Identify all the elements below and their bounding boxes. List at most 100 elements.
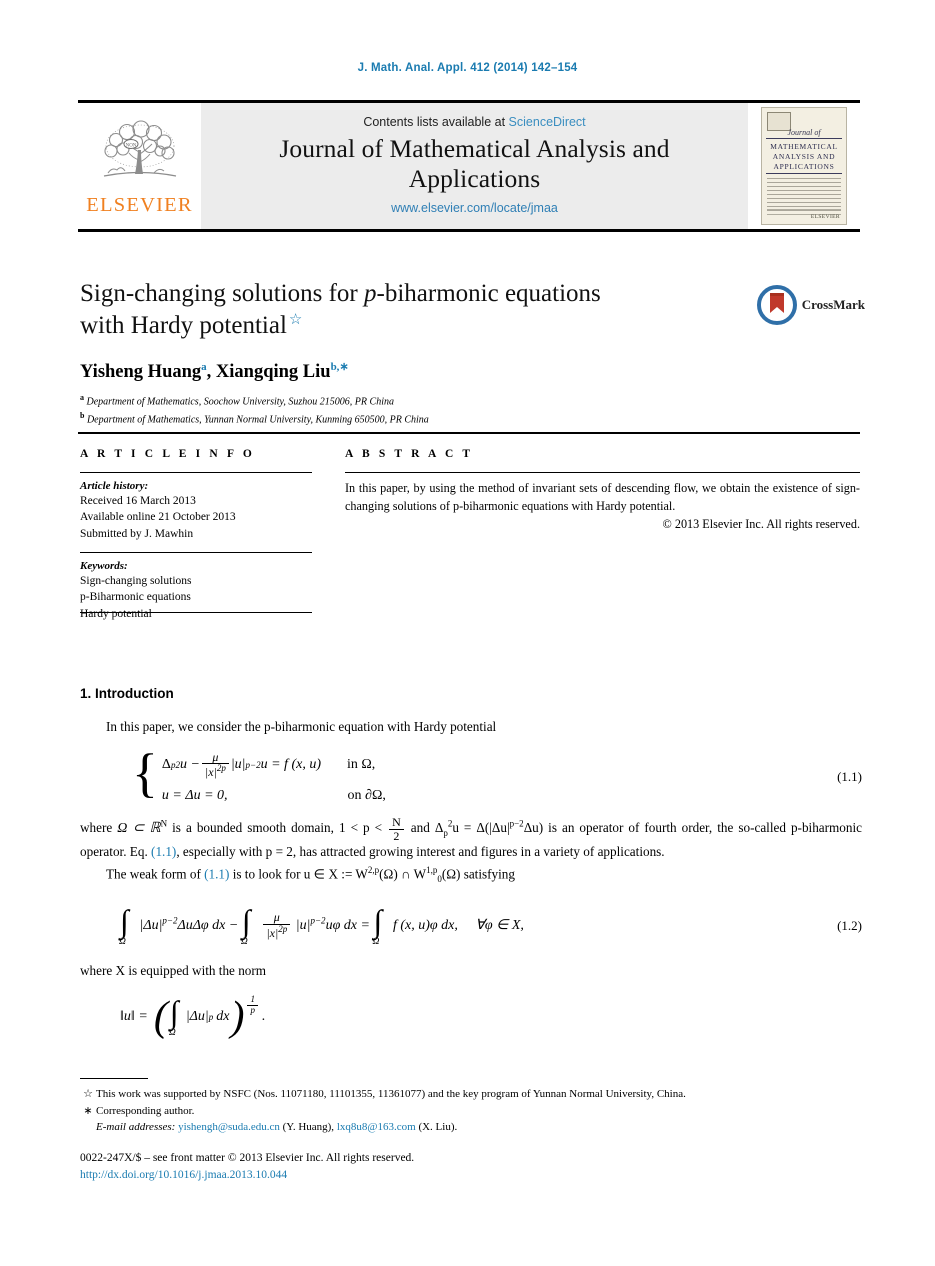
author-2-corresponding-mark: ∗ [339, 361, 349, 373]
eq11-condition-2: on ∂Ω, [347, 787, 386, 803]
masthead-center: Contents lists available at ScienceDirec… [201, 103, 748, 229]
crossmark-badge[interactable]: CrossMark [756, 285, 865, 325]
body-column: 1. Introduction In this paper, we consid… [80, 686, 862, 1046]
equation-1-1-row: { Δp2u − μ |x|2p |u| p−2 u = f (x, u) in Ω… [80, 746, 862, 804]
equation-1-2: ∫ Ω |Δu|p−2ΔuΔφ dx − ∫ Ω μ |x|2p |u|p−2uφ … [119, 902, 862, 947]
eq12-integral-1-icon: ∫ Ω [119, 902, 129, 947]
footnote-corresponding: ∗ Corresponding author. [80, 1103, 862, 1120]
cover-publisher-name: ELSEVIER [810, 214, 840, 220]
para3-c: (Ω) ∩ W [379, 866, 427, 882]
eq11-abs-u: |u| [230, 756, 246, 772]
contents-prefix: Contents lists available at [363, 114, 506, 129]
sciencedirect-link[interactable]: ScienceDirect [509, 115, 586, 129]
eq12-integral-3-icon: ∫ Ω [372, 902, 383, 947]
equation-1-1: { Δp2u − μ |x|2p |u| p−2 u = f (x, u) in Ω… [132, 746, 862, 804]
colophon: 0022-247X/$ – see front matter © 2013 El… [80, 1150, 414, 1183]
title-italic-p: p [364, 280, 377, 307]
para2-a: where [80, 820, 118, 836]
title-footnote-star-icon[interactable]: ☆ [289, 312, 302, 328]
abstract-text: In this paper, by using the method of in… [345, 481, 860, 513]
author-1[interactable]: Yisheng Huang [80, 362, 201, 382]
para2-fraction: N2 [389, 816, 404, 842]
author-2[interactable]: Xiangqing Liu [216, 362, 331, 382]
eq12-int2-limit: Ω [240, 936, 248, 947]
journal-title-line1: Journal of Mathematical Analysis and [279, 133, 670, 163]
email-label: E-mail addresses: [96, 1121, 176, 1133]
article-submitted-by: Submitted by J. Mawhin [80, 527, 194, 540]
eq11-frac-den-base: |x| [204, 765, 217, 780]
eq12-frac-num: μ [273, 910, 280, 925]
affiliation-b: b Department of Mathematics, Yunnan Norm… [80, 410, 740, 428]
cover-title-line3: APPLICATIONS [773, 162, 835, 172]
footnote-rule [80, 1078, 148, 1079]
article-info-bottom-rule [80, 612, 312, 613]
keywords-divider [80, 551, 312, 553]
journal-homepage-link[interactable]: www.elsevier.com/locate/jmaa [391, 201, 558, 215]
journal-title: Journal of Mathematical Analysis and App… [279, 134, 669, 194]
journal-cover-cell: Journal of MATHEMATICAL ANALYSIS AND APP… [748, 103, 860, 229]
eq-reference-1-1-b[interactable]: (1.1) [204, 866, 229, 881]
footnote-funding: ☆ This work was supported by NSFC (Nos. … [80, 1086, 862, 1103]
elsevier-tree-icon: NON [103, 120, 176, 177]
eq12-int1-limit: Ω [119, 936, 126, 947]
eq11-delta: Δ [161, 756, 171, 772]
para2-d: and Δ [405, 820, 444, 836]
para3-b: is to look for u ∈ X := W [229, 866, 368, 882]
eq11-rest: u = f (x, u) [260, 756, 321, 772]
equation-norm-row: ‖u‖ = ( ∫ Ω |Δu| p dx ) 1 p . [80, 993, 862, 1040]
page-title: Sign-changing solutions for p-biharmonic… [80, 278, 740, 342]
eq12-t2: ΔuΔφ dx − [177, 917, 239, 933]
email-owner-2: (X. Liu). [418, 1121, 458, 1133]
eq11-frac-den-exp: 2p [216, 763, 226, 774]
article-info-divider [80, 472, 312, 473]
eq12-t3: |u| [295, 917, 311, 933]
norm-period: . [261, 1009, 266, 1025]
para2-c: is a bounded smooth domain, 1 < p < [167, 820, 388, 836]
author-separator: , [206, 362, 216, 383]
equation-norm: ‖u‖ = ( ∫ Ω |Δu| p dx ) 1 p . [120, 993, 862, 1040]
email-link-1[interactable]: yishengh@suda.edu.cn [178, 1121, 280, 1133]
running-head: J. Math. Anal. Appl. 412 (2014) 142–154 [357, 62, 578, 74]
eq12-t1: |Δu| [139, 917, 163, 933]
eq12-integral-2-icon: ∫ Ω [240, 902, 251, 947]
journal-masthead: NON ELSEVIER Contents lists available at… [78, 100, 860, 232]
equation-1-1-line-1: Δp2u − μ |x|2p |u| p−2 u = f (x, u) in Ω, [162, 751, 386, 779]
article-history-label: Article history: [80, 480, 149, 492]
article-available-date: Available online 21 October 2013 [80, 511, 236, 524]
doi-link[interactable]: http://dx.doi.org/10.1016/j.jmaa.2013.10… [80, 1167, 414, 1184]
journal-title-line2: Applications [408, 164, 541, 193]
abstract-column: A B S T R A C T In this paper, by using … [345, 448, 860, 532]
cover-text-rows [767, 178, 841, 212]
norm-lhs: ‖u‖ = [120, 1009, 148, 1025]
equation-1-1-line-2: u = Δu = 0, on ∂Ω, [162, 788, 386, 804]
eq12-t4: uφ dx = [325, 917, 370, 933]
author-list: Yisheng Huanga, Xiangqing Liub,∗ [80, 360, 740, 383]
keyword-item: Hardy potential [80, 607, 152, 620]
eq12-t1-exp: p−2 [162, 915, 178, 926]
eq11-abs-u-exp: p−2 [245, 759, 261, 770]
email-link-2[interactable]: lxq8u8@163.com [337, 1121, 416, 1133]
title-part1: Sign-changing solutions for [80, 280, 365, 307]
para2-frac-num: N [392, 814, 401, 829]
section-heading-introduction: 1. Introduction [80, 686, 174, 701]
paper-page: J. Math. Anal. Appl. 412 (2014) 142–154 [0, 0, 935, 1266]
eq11-u-minus: u − [179, 756, 200, 772]
footnotes-block: ☆ This work was supported by NSFC (Nos. … [80, 1086, 862, 1136]
eq11-fraction: μ |x|2p [201, 751, 229, 780]
affiliations: a Department of Mathematics, Soochow Uni… [80, 392, 740, 428]
intro-paragraph-3: The weak form of (1.1) is to look for u … [80, 864, 862, 887]
title-line2: with Hardy potential [80, 312, 287, 339]
affiliation-a-mark: a [80, 393, 84, 403]
footnote-emails: E-mail addresses: yishengh@suda.edu.cn (… [96, 1119, 862, 1136]
eq12-int3-limit: Ω [372, 936, 380, 947]
norm-inner-exp: p [208, 1012, 214, 1023]
abstract-divider [345, 472, 860, 473]
footnote-funding-text: This work was supported by NSFC (Nos. 11… [96, 1088, 686, 1100]
crossmark-icon [756, 285, 797, 325]
norm-paren-open: ( [153, 993, 168, 1040]
eq12-t3-exp: p−2 [310, 915, 326, 926]
affiliation-b-text: Department of Mathematics, Yunnan Normal… [86, 414, 429, 426]
eq12-t5: f (x, u)φ dx, [392, 917, 458, 933]
abstract-heading: A B S T R A C T [345, 448, 474, 460]
eq-reference-1-1[interactable]: (1.1) [151, 844, 176, 859]
